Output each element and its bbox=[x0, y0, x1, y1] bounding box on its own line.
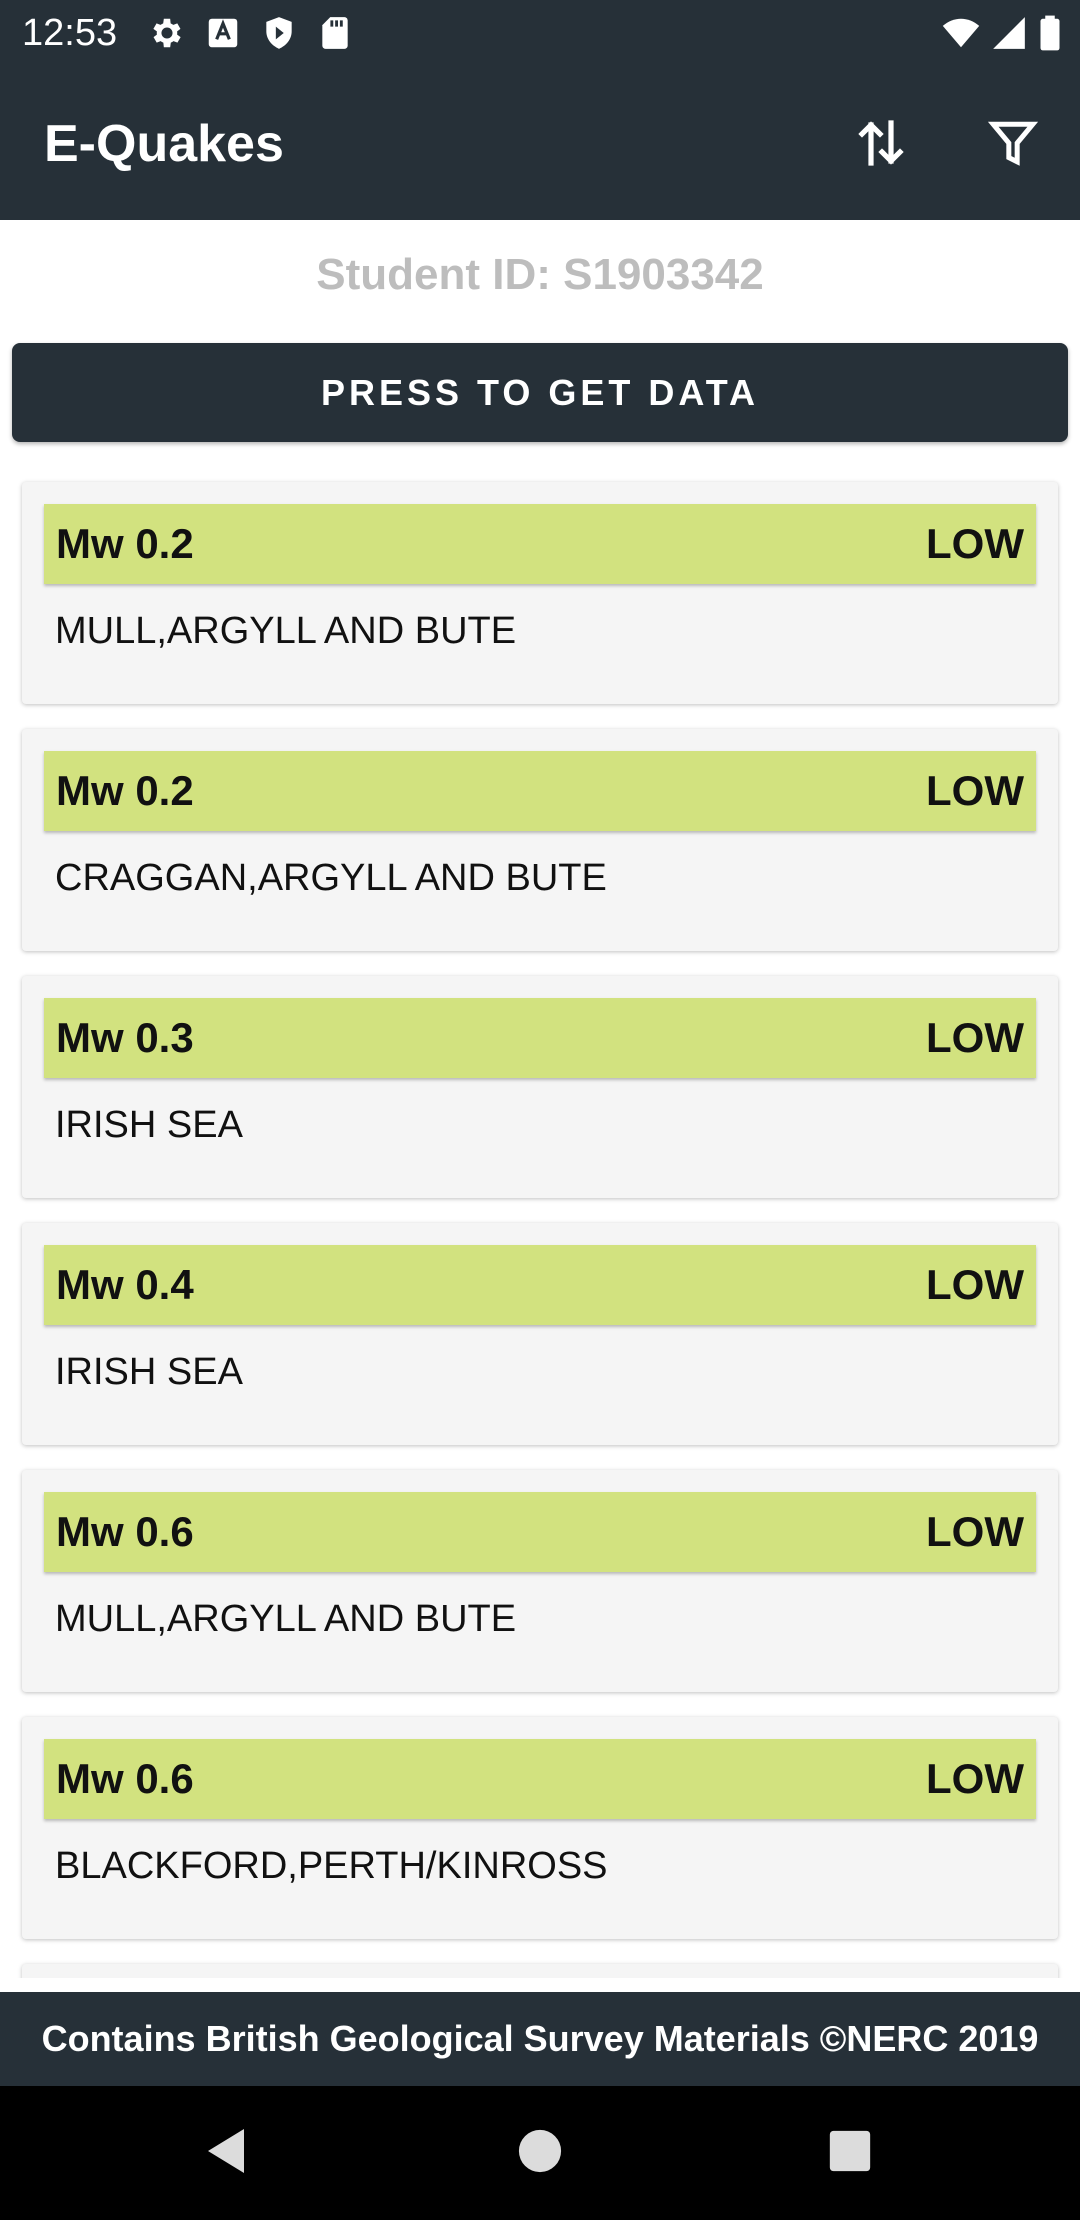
magnitude-level: LOW bbox=[926, 1755, 1024, 1802]
magnitude-value: Mw 0.2 bbox=[56, 520, 194, 567]
recents-icon bbox=[828, 2129, 872, 2178]
magnitude-value: Mw 0.6 bbox=[56, 1508, 194, 1555]
magnitude-bar: Mw 0.6 LOW bbox=[44, 1739, 1036, 1819]
magnitude-level: LOW bbox=[926, 767, 1024, 814]
quake-location: MULL,ARGYLL AND BUTE bbox=[55, 610, 517, 652]
magnitude-bar: Mw 0.3 LOW bbox=[44, 998, 1036, 1078]
magnitude-level: LOW bbox=[926, 520, 1024, 567]
magnitude-bar: Mw 0.2 LOW bbox=[44, 751, 1036, 831]
quake-card[interactable]: Mw 0.6 LOW BLACKFORD,PERTH/KINROSS bbox=[22, 1717, 1058, 1939]
signal-icon bbox=[990, 14, 1028, 52]
status-icons-left bbox=[148, 14, 354, 52]
magnitude-level: LOW bbox=[926, 1014, 1024, 1061]
sort-icon bbox=[857, 115, 905, 176]
magnitude-bar: Mw 0.4 LOW bbox=[44, 1245, 1036, 1325]
magnitude-value: Mw 0.3 bbox=[56, 1014, 194, 1061]
quake-card[interactable]: Mw 0.6 LOW MULL,ARGYLL AND BUTE bbox=[22, 1470, 1058, 1692]
filter-button[interactable] bbox=[978, 110, 1048, 180]
status-icons-right bbox=[942, 14, 1062, 52]
quake-card[interactable]: Mw 0.2 LOW MULL,ARGYLL AND BUTE bbox=[22, 482, 1058, 704]
magnitude-level: LOW bbox=[926, 1261, 1024, 1308]
magnitude-value: Mw 0.2 bbox=[56, 767, 194, 814]
back-icon bbox=[204, 2125, 252, 2182]
quake-list[interactable]: Mw 0.2 LOW MULL,ARGYLL AND BUTE Mw 0.2 L… bbox=[0, 460, 1080, 1978]
quake-card[interactable]: Mw 0.3 LOW IRISH SEA bbox=[22, 976, 1058, 1198]
home-button[interactable] bbox=[506, 2119, 574, 2187]
magnitude-value: Mw 0.6 bbox=[56, 1755, 194, 1802]
shield-icon bbox=[260, 14, 298, 52]
app-title: E-Quakes bbox=[44, 115, 284, 173]
magnitude-bar: Mw 0.2 LOW bbox=[44, 504, 1036, 584]
settings-icon bbox=[148, 14, 186, 52]
quake-location: MULL,ARGYLL AND BUTE bbox=[55, 1598, 517, 1640]
recents-button[interactable] bbox=[816, 2119, 884, 2187]
magnitude-value: Mw 0.4 bbox=[56, 1261, 194, 1308]
magnitude-level: LOW bbox=[926, 1508, 1024, 1555]
home-icon bbox=[517, 2128, 563, 2179]
sd-card-icon bbox=[316, 14, 354, 52]
quake-location: CRAGGAN,ARGYLL AND BUTE bbox=[55, 857, 607, 899]
quake-location: BLACKFORD,PERTH/KINROSS bbox=[55, 1845, 608, 1887]
status-time: 12:53 bbox=[22, 12, 118, 54]
footer-attribution: Contains British Geological Survey Mater… bbox=[0, 1992, 1080, 2086]
navigation-bar bbox=[0, 2086, 1080, 2220]
text-recognition-icon bbox=[204, 14, 242, 52]
get-data-button[interactable]: PRESS TO GET DATA bbox=[12, 343, 1068, 442]
quake-card-partial[interactable] bbox=[22, 1964, 1058, 1978]
magnitude-bar: Mw 0.6 LOW bbox=[44, 1492, 1036, 1572]
battery-icon bbox=[1038, 14, 1062, 52]
student-id: Student ID: S1903342 bbox=[316, 250, 764, 299]
sort-button[interactable] bbox=[846, 110, 916, 180]
app-bar: E-Quakes bbox=[0, 66, 1080, 220]
filter-icon bbox=[987, 118, 1039, 173]
status-bar: 12:53 bbox=[0, 0, 1080, 66]
quake-location: IRISH SEA bbox=[55, 1104, 243, 1146]
quake-card[interactable]: Mw 0.2 LOW CRAGGAN,ARGYLL AND BUTE bbox=[22, 729, 1058, 951]
quake-card[interactable]: Mw 0.4 LOW IRISH SEA bbox=[22, 1223, 1058, 1445]
back-button[interactable] bbox=[194, 2119, 262, 2187]
wifi-icon bbox=[942, 14, 980, 52]
quake-location: IRISH SEA bbox=[55, 1351, 243, 1393]
